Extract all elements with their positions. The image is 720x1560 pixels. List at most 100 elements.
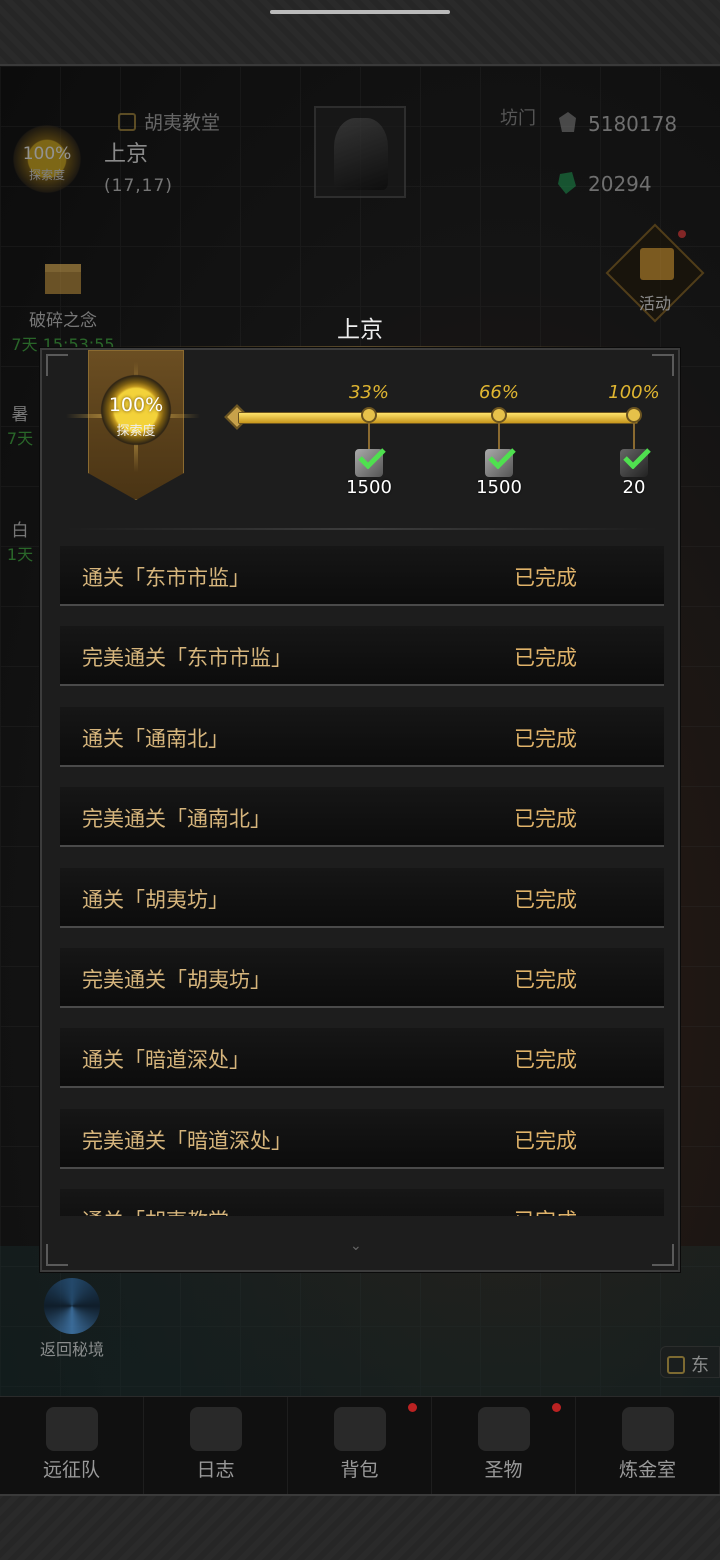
corner-ornament (46, 354, 68, 376)
milestone-pct: 66% (478, 382, 519, 403)
corner-ornament (46, 1244, 68, 1266)
top-frame (0, 0, 720, 66)
task-status: 已完成 (514, 967, 577, 992)
side-button-timer: 1天 (6, 545, 34, 564)
task-name: 通关「暗道深处」 (82, 1048, 250, 1073)
bottom-nav: 远征队 日志 背包 圣物 炼金室 (0, 1396, 720, 1494)
milestone-100[interactable]: 100% 20 (604, 382, 664, 498)
notification-dot (552, 1403, 561, 1412)
notification-dot (408, 1403, 417, 1412)
nav-backpack[interactable]: 背包 (288, 1397, 432, 1494)
alchemy-icon (621, 1407, 674, 1451)
quest-check-icon (118, 113, 136, 131)
task-row: 通关「东市市监」 已完成 (60, 546, 664, 606)
side-button-label: 白 (11, 521, 29, 541)
task-name: 通关「通南北」 (82, 726, 229, 751)
nav-label: 圣物 (484, 1459, 523, 1481)
reward-slot (614, 445, 654, 481)
exploration-compass-icon: 100% 探索度 (98, 372, 174, 448)
milestone-node (491, 407, 507, 423)
currency-row-1: 5180178 (556, 110, 677, 136)
hud-place-name: 上京 (104, 142, 149, 167)
reward-slot (349, 445, 389, 481)
milestone-33[interactable]: 33% 1500 (339, 382, 399, 498)
task-row: 完美通关「东市市监」 已完成 (60, 626, 664, 687)
hud-current-quest[interactable]: 胡夷教堂 (118, 108, 220, 135)
corner-ornament (652, 1244, 674, 1266)
task-status: 已完成 (514, 887, 577, 912)
nav-journal[interactable]: 日志 (144, 1397, 288, 1494)
hud-partial-text: 坊门 (500, 108, 536, 129)
exploration-modal: 100% 探索度 33% 1500 66% 1500 100% 20 通关「东市… (40, 348, 680, 1272)
exploration-progress-bar (238, 412, 638, 424)
notification-dot (678, 230, 686, 238)
status-notch (270, 10, 450, 14)
task-status: 已完成 (514, 1205, 577, 1216)
bottom-frame (0, 1494, 720, 1560)
task-row: 通关「胡夷坊」 已完成 (60, 867, 664, 928)
return-portal-button[interactable]: 返回秘境 (30, 1278, 114, 1360)
nav-label: 背包 (340, 1459, 379, 1481)
task-name: 通关「胡夷教堂」 (82, 1205, 250, 1216)
east-tag-label: 东 (691, 1355, 709, 1376)
horned-helmet-icon (45, 1407, 98, 1451)
hud-quest-name: 胡夷教堂 (144, 112, 221, 134)
side-button-white[interactable]: 白 1天 (0, 516, 40, 565)
modal-divider (66, 528, 658, 530)
corner-ornament (652, 354, 674, 376)
task-list[interactable]: 通关「东市市监」 已完成 完美通关「东市市监」 已完成 通关「通南北」 已完成 完美通… (60, 546, 664, 1216)
task-row: 通关「暗道深处」 已完成 (60, 1028, 664, 1089)
task-status: 已完成 (514, 726, 577, 751)
task-row: 完美通关「暗道深处」 已完成 (60, 1108, 664, 1169)
currency-1-value: 5180178 (588, 112, 678, 136)
scroll-down-icon: ⌄ (350, 1238, 362, 1254)
hud-exploration-compass[interactable]: 100% 探索度 (8, 120, 86, 198)
quest-check-icon (667, 1356, 685, 1374)
task-name: 完美通关「暗道深处」 (82, 1128, 292, 1153)
nav-alchemy[interactable]: 炼金室 (576, 1397, 720, 1494)
nav-relics[interactable]: 圣物 (432, 1397, 576, 1494)
task-row: 完美通关「胡夷坊」 已完成 (60, 947, 664, 1008)
milestone-node (361, 407, 377, 423)
task-status: 已完成 (514, 807, 577, 832)
side-button-timer: 7天 (6, 429, 34, 448)
task-row: 通关「胡夷教堂」 已完成 (60, 1189, 664, 1216)
task-status: 已完成 (514, 1048, 577, 1073)
scroll-icon (189, 1407, 242, 1451)
progress-fill (239, 413, 637, 423)
task-status: 已完成 (514, 1128, 577, 1153)
emerald-icon (558, 172, 576, 194)
nav-label: 日志 (196, 1459, 235, 1481)
task-name: 完美通关「东市市监」 (82, 646, 292, 671)
gift-icon (640, 248, 674, 280)
relic-chalice-icon (477, 1407, 530, 1451)
treasure-box-icon (45, 264, 81, 294)
task-name: 完美通关「通南北」 (82, 807, 271, 832)
nav-expedition[interactable]: 远征队 (0, 1397, 144, 1494)
milestone-node (626, 407, 642, 423)
hud-exploration-pct: 100% (22, 144, 72, 164)
hud-exploration-label: 探索度 (28, 168, 65, 182)
task-name: 完美通关「胡夷坊」 (82, 967, 271, 992)
hooded-figure-icon (334, 118, 388, 190)
task-row: 完美通关「通南北」 已完成 (60, 787, 664, 848)
check-icon (358, 448, 386, 469)
task-name: 通关「东市市监」 (82, 566, 250, 590)
ore-icon (559, 112, 576, 132)
milestone-66[interactable]: 66% 1500 (469, 382, 529, 498)
portal-icon (44, 1278, 100, 1334)
hero-portrait[interactable] (314, 106, 406, 198)
east-quest-tag[interactable]: 东 (660, 1346, 720, 1378)
nav-label: 远征队 (42, 1459, 100, 1481)
reward-slot (479, 445, 519, 481)
task-status: 已完成 (514, 566, 577, 590)
exploration-pct: 100% (108, 394, 164, 416)
check-icon (623, 448, 651, 469)
side-button-label: 暑 (11, 405, 29, 425)
hud-coords: (17,17) (104, 176, 173, 196)
backpack-icon (333, 1407, 386, 1451)
activity-button[interactable]: 活动 (605, 223, 705, 323)
side-button-summer[interactable]: 暑 7天 (0, 400, 40, 449)
task-row: 通关「通南北」 已完成 (60, 706, 664, 767)
nav-label: 炼金室 (618, 1459, 676, 1481)
